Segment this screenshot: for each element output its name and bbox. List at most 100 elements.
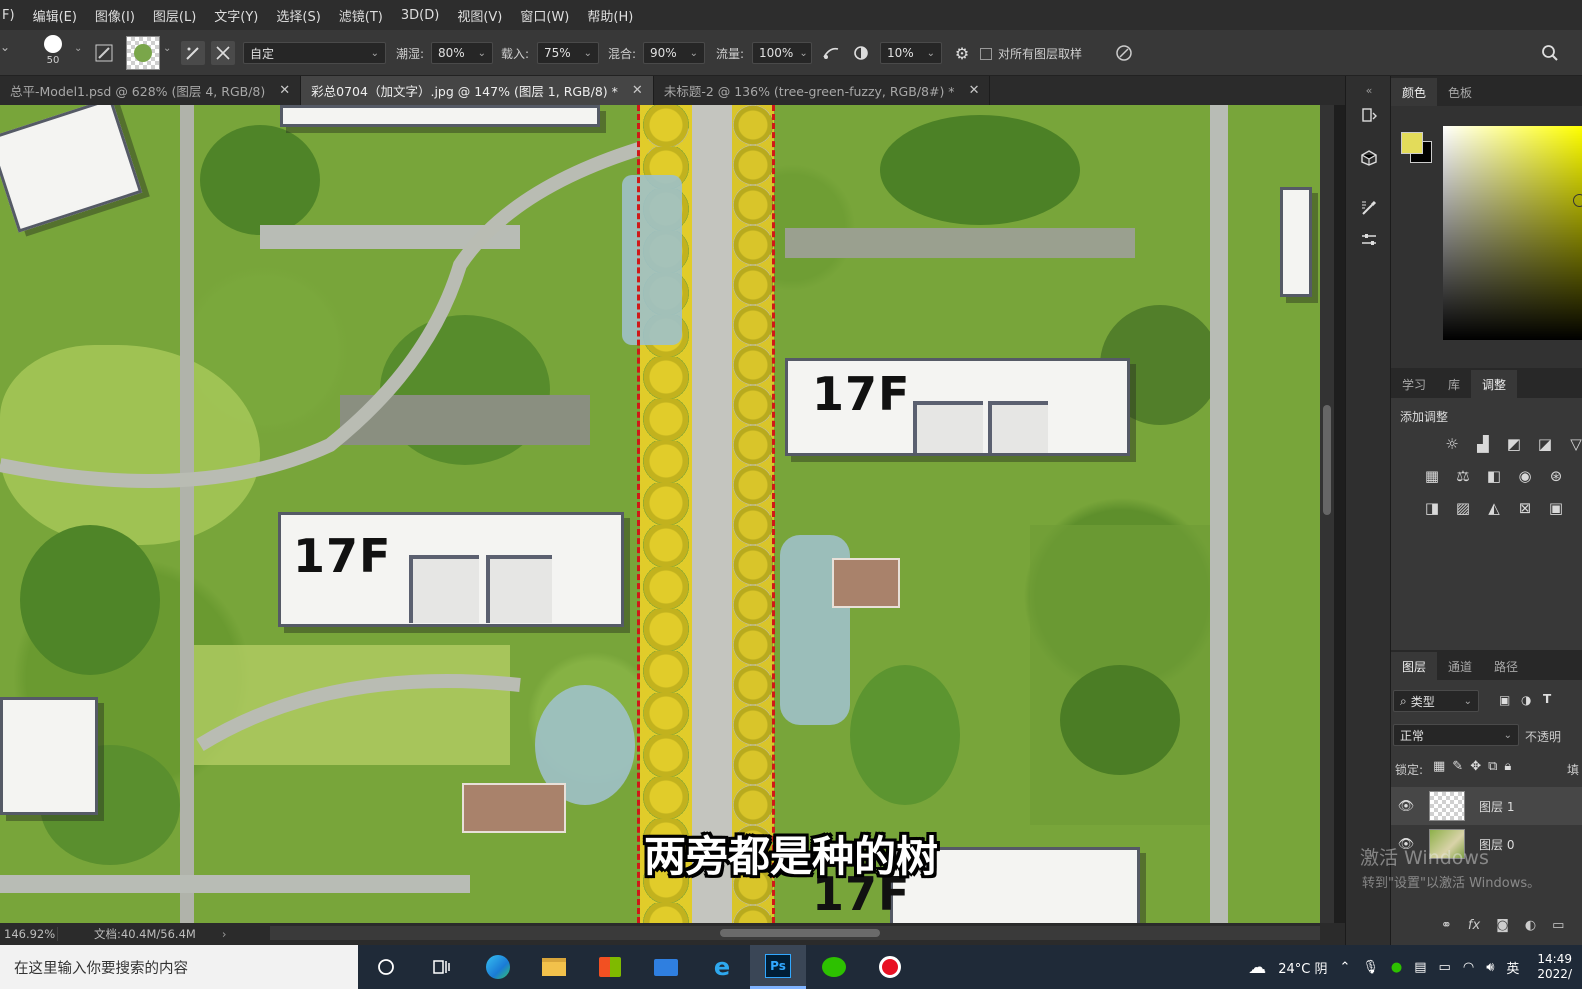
menu-filter[interactable]: 滤镜(T)	[330, 6, 392, 25]
internet-explorer-icon[interactable]: e	[694, 945, 750, 989]
smoothing-input[interactable]: 10% ⌄	[880, 42, 942, 64]
airbrush-icon[interactable]	[819, 41, 843, 65]
new-adjustment-icon[interactable]: ◐	[1525, 918, 1536, 933]
tab-adjustments[interactable]: 调整	[1471, 370, 1518, 398]
wifi-icon[interactable]: ◠	[1463, 960, 1474, 975]
close-icon[interactable]: ✕	[279, 83, 290, 98]
add-mask-icon[interactable]: ◙	[1496, 918, 1509, 933]
menu-view[interactable]: 视图(V)	[448, 6, 511, 25]
taskbar-search-box[interactable]: 在这里输入你要搜索的内容	[0, 945, 358, 989]
chevron-down-icon[interactable]: ⌄	[74, 43, 82, 54]
vertical-scrollbar[interactable]	[1320, 105, 1334, 923]
mix-input[interactable]: 90% ⌄	[643, 42, 705, 64]
tab-swatches[interactable]: 色板	[1437, 78, 1483, 106]
layer-row[interactable]: 👁︎ 图层 1	[1391, 787, 1582, 825]
gear-icon[interactable]: ⚙	[950, 41, 974, 65]
link-layers-icon[interactable]: ⚭	[1441, 918, 1452, 933]
tab-paths[interactable]: 路径	[1483, 652, 1529, 680]
vibrance-icon[interactable]: ▽	[1565, 433, 1582, 455]
scrollbar-thumb[interactable]	[1323, 405, 1331, 515]
cortana-circle-icon[interactable]	[358, 945, 414, 989]
status-menu-arrow[interactable]: ›	[196, 927, 227, 941]
microsoft-store-icon[interactable]	[582, 945, 638, 989]
layer-filter-dropdown[interactable]: ⌕ 类型 ⌄	[1393, 690, 1479, 712]
tab-color[interactable]: 颜色	[1391, 78, 1438, 106]
cloud-weather-icon[interactable]: ☁	[1248, 957, 1266, 978]
new-group-icon[interactable]: ▭	[1552, 918, 1564, 933]
filter-pixel-icon[interactable]: ▣	[1499, 693, 1510, 707]
load-brush-icon[interactable]	[181, 41, 205, 65]
3d-cube-icon[interactable]	[1357, 146, 1381, 170]
tab-layers[interactable]: 图层	[1391, 652, 1438, 680]
mix-preset-dropdown[interactable]: 自定 ⌄	[243, 42, 386, 64]
adjustments-sliders-icon[interactable]	[1357, 228, 1381, 252]
search-icon[interactable]	[1538, 41, 1562, 65]
lock-all-icon[interactable]: 🔒︎	[1504, 759, 1511, 774]
invert-icon[interactable]: ◨	[1421, 497, 1443, 519]
filter-adjustment-icon[interactable]: ◑	[1521, 693, 1531, 707]
document-canvas[interactable]: 17F 17F 17F	[0, 105, 1320, 923]
chevron-down-icon[interactable]: ⌄	[163, 43, 171, 54]
brightness-icon[interactable]: ☼	[1441, 433, 1463, 455]
battery-icon[interactable]: ▭	[1439, 960, 1451, 975]
tab-document-3[interactable]: 未标题-2 @ 136% (tree-green-fuzzy, RGB/8#) …	[654, 76, 991, 105]
record-button-icon[interactable]	[862, 945, 918, 989]
hue-saturation-icon[interactable]: ▦	[1421, 465, 1443, 487]
file-explorer-icon[interactable]	[526, 945, 582, 989]
microphone-icon[interactable]: 🎙︎	[1362, 960, 1379, 975]
flow-input[interactable]: 100% ⌄	[752, 42, 812, 64]
eye-icon[interactable]: 👁︎	[1391, 799, 1421, 814]
tab-document-1[interactable]: 总平-Model1.psd @ 628% (图层 4, RGB/8) ✕	[0, 76, 302, 105]
scrollbar-thumb[interactable]	[720, 929, 880, 937]
selective-color-icon[interactable]: ▣	[1545, 497, 1567, 519]
lock-transparent-icon[interactable]: ▦	[1433, 759, 1445, 774]
horizontal-scrollbar[interactable]	[270, 926, 1320, 940]
fx-icon[interactable]: fx	[1468, 918, 1480, 933]
menu-window[interactable]: 窗口(W)	[511, 6, 578, 25]
tab-document-2[interactable]: 彩总0704（加文字）.jpg @ 147% (图层 1, RGB/8) * ✕	[301, 76, 654, 105]
wechat-icon[interactable]	[806, 945, 862, 989]
lock-image-icon[interactable]: ✎	[1452, 759, 1463, 774]
brush-picker[interactable]: 50	[44, 35, 62, 66]
color-lookup-icon[interactable]: ⊞	[1576, 465, 1582, 487]
menu-file[interactable]: F)	[0, 8, 24, 23]
threshold-icon[interactable]: ◭	[1483, 497, 1505, 519]
collapse-arrows-icon[interactable]: «	[1357, 78, 1381, 102]
zoom-level[interactable]: 146.92%	[0, 927, 58, 941]
clean-brush-icon[interactable]	[211, 41, 235, 65]
close-icon[interactable]: ✕	[969, 83, 980, 98]
color-field[interactable]	[1443, 126, 1582, 340]
clock[interactable]: 14:49 2022/	[1531, 952, 1578, 982]
menu-3d[interactable]: 3D(D)	[392, 8, 448, 23]
channel-mixer-icon[interactable]: ⊛	[1545, 465, 1567, 487]
gradient-map-icon[interactable]: ⊠	[1514, 497, 1536, 519]
blend-mode-dropdown[interactable]: 正常 ⌄	[1393, 724, 1519, 746]
menu-type[interactable]: 文字(Y)	[205, 6, 267, 25]
photoshop-taskbar-icon[interactable]: Ps	[750, 945, 806, 989]
curves-icon[interactable]: ◩	[1503, 433, 1525, 455]
color-picker-ring[interactable]	[1573, 194, 1582, 207]
weather-text[interactable]: 24°C 阴	[1278, 958, 1327, 977]
tool-preset-dropdown[interactable]: ⌄	[0, 40, 10, 54]
edge-browser-icon[interactable]	[470, 945, 526, 989]
black-white-icon[interactable]: ◧	[1483, 465, 1505, 487]
ime-indicator[interactable]: 英	[1506, 958, 1519, 977]
wechat-tray-icon[interactable]: ●	[1391, 960, 1402, 975]
lock-position-icon[interactable]: ✥	[1470, 759, 1481, 774]
volume-icon[interactable]: 🔊︎	[1486, 960, 1494, 975]
tab-learn[interactable]: 学习	[1391, 370, 1437, 398]
chevron-up-icon[interactable]: ⌃	[1339, 960, 1350, 975]
menu-image[interactable]: 图像(I)	[86, 6, 144, 25]
pressure-icon[interactable]	[1112, 41, 1136, 65]
brush-settings-panel-icon[interactable]	[1357, 196, 1381, 220]
menu-edit[interactable]: 编辑(E)	[24, 6, 86, 25]
exposure-icon[interactable]: ◪	[1534, 433, 1556, 455]
menu-help[interactable]: 帮助(H)	[578, 6, 642, 25]
task-view-icon[interactable]	[414, 945, 470, 989]
menu-layer[interactable]: 图层(L)	[144, 6, 205, 25]
tab-libraries[interactable]: 库	[1437, 370, 1471, 398]
current-brush-load-swatch[interactable]	[126, 36, 160, 70]
mail-icon[interactable]	[638, 945, 694, 989]
smoothing-icon[interactable]	[849, 41, 873, 65]
levels-icon[interactable]: ▟	[1472, 433, 1494, 455]
